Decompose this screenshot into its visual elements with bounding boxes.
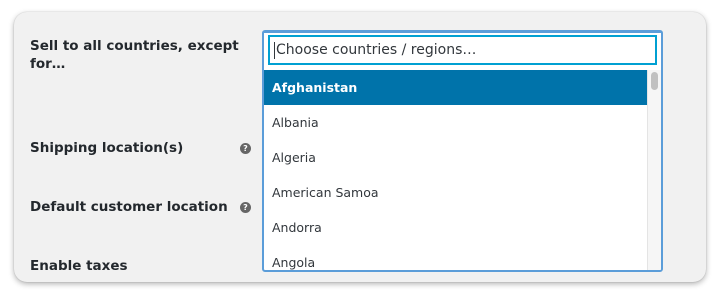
country-option[interactable]: American Samoa [264, 175, 648, 210]
text-cursor [274, 41, 275, 59]
country-search-input[interactable]: Choose countries / regions… [268, 35, 657, 65]
dropdown-scrollbar[interactable] [647, 70, 661, 270]
default-customer-location-label: Default customer location [30, 199, 228, 215]
scrollbar-thumb[interactable] [651, 72, 658, 90]
enable-taxes-label: Enable taxes [30, 258, 128, 274]
country-option[interactable]: Albania [264, 105, 648, 140]
country-option[interactable]: Angola [264, 245, 648, 270]
settings-panel: Sell to all countries, except for… Shipp… [14, 12, 706, 282]
shipping-locations-label: Shipping location(s) [30, 140, 184, 156]
country-search-placeholder: Choose countries / regions… [276, 42, 477, 58]
help-icon[interactable]: ? [240, 202, 251, 213]
country-option[interactable]: Afghanistan [264, 70, 648, 105]
country-multiselect[interactable]: Choose countries / regions… Afghanistan … [262, 30, 663, 272]
help-icon[interactable]: ? [240, 143, 251, 154]
sell-to-label: Sell to all countries, except for… [30, 38, 239, 72]
country-option[interactable]: Andorra [264, 210, 648, 245]
country-option[interactable]: Algeria [264, 140, 648, 175]
country-dropdown-list: Afghanistan Albania Algeria American Sam… [264, 70, 648, 270]
